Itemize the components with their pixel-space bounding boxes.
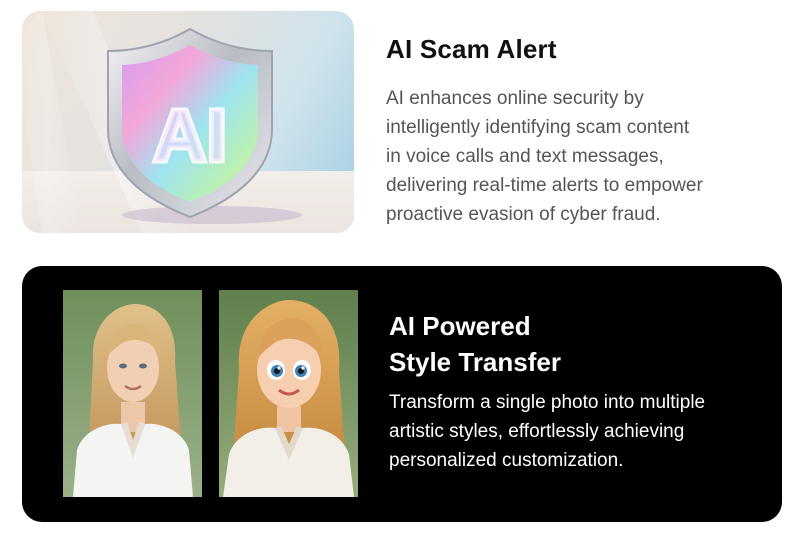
description-line: artistic styles, effortlessly achieving [389,421,685,442]
stylized-cartoon-photo [219,290,358,497]
scam-alert-description: AI enhances online security by intellige… [386,84,786,229]
style-transfer-title: AI Powered Style Transfer [389,308,561,380]
shield-icon: AI AI [22,11,302,233]
description-line: delivering real-time alerts to empower [386,175,703,196]
description-line: AI enhances online security by [386,88,644,109]
ai-shield-image: AI AI [22,11,354,233]
scam-alert-card: AI AI AI Scam Alert AI enhances online s… [0,0,800,250]
original-photo [63,290,202,497]
description-line: Transform a single photo into multiple [389,392,706,413]
description-line: in voice calls and text messages, [386,146,664,167]
shield-letters-fill: AI [153,94,227,177]
style-transfer-card: AI Powered Style Transfer Transform a si… [22,266,782,522]
title-line: AI Powered [389,311,531,341]
description-line: personalized customization. [389,450,624,471]
description-line: intelligently identifying scam content [386,117,690,138]
style-transfer-description: Transform a single photo into multiple a… [389,388,705,475]
description-line: proactive evasion of cyber fraud. [386,204,661,225]
scam-alert-title: AI Scam Alert [386,34,557,64]
title-line: Style Transfer [389,347,561,377]
